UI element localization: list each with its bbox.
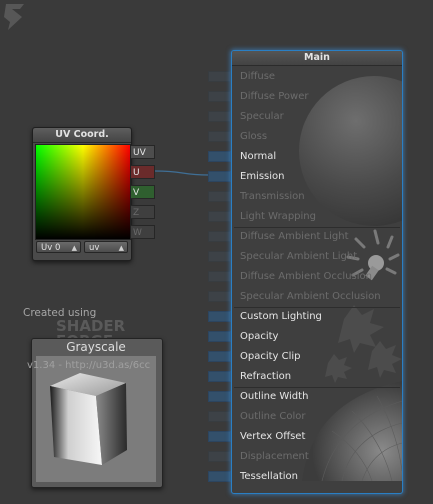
input-port-light-wrapping[interactable]: [208, 211, 231, 222]
leaf-icon: [325, 305, 402, 383]
input-port-normal[interactable]: [208, 151, 231, 162]
input-port-opacity-clip[interactable]: [208, 351, 231, 362]
main-node[interactable]: Main Diffuse Diffuse Power Specular Glos…: [231, 50, 403, 494]
input-port-outline-color[interactable]: [208, 411, 231, 422]
input-port-transmission[interactable]: [208, 191, 231, 202]
input-port-custom-lighting[interactable]: [208, 311, 231, 322]
input-port-specular-ambient-light[interactable]: [208, 251, 231, 262]
main-input-diffuse-ambient-light[interactable]: Diffuse Ambient Light: [240, 227, 349, 247]
uv-coord-title[interactable]: UV Coord.: [33, 128, 131, 143]
input-port-diffuse-power[interactable]: [208, 91, 231, 102]
input-port-diffuse[interactable]: [208, 71, 231, 82]
uv-output-port-u[interactable]: U: [131, 165, 155, 179]
input-port-displacement[interactable]: [208, 451, 231, 462]
main-input-outline-color[interactable]: Outline Color: [240, 407, 305, 427]
main-input-emission[interactable]: Emission: [240, 167, 285, 187]
uv-output-port-w[interactable]: W: [131, 225, 155, 239]
main-input-refraction[interactable]: Refraction: [240, 367, 291, 387]
uv-channel-dropdown[interactable]: Uv 0 ▲︎: [36, 241, 81, 253]
main-input-diffuse-power[interactable]: Diffuse Power: [240, 87, 308, 107]
uv-mode-value: uv: [89, 243, 100, 253]
main-input-specular-ambient-light[interactable]: Specular Ambient Light: [240, 247, 357, 267]
input-port-gloss[interactable]: [208, 131, 231, 142]
uv-output-port-z[interactable]: Z: [131, 205, 155, 219]
input-port-tessellation[interactable]: [208, 471, 231, 482]
uv-mode-dropdown[interactable]: uv ▲︎: [84, 241, 128, 253]
main-input-specular-ambient-occlusion[interactable]: Specular Ambient Occlusion: [240, 287, 381, 307]
uv-preview: [35, 144, 131, 240]
main-input-tessellation[interactable]: Tessellation: [240, 467, 298, 487]
main-input-specular[interactable]: Specular: [240, 107, 284, 127]
uv-output-port-uv[interactable]: UV: [131, 145, 155, 159]
main-input-gloss[interactable]: Gloss: [240, 127, 267, 147]
mesh-sphere-icon: [302, 381, 402, 481]
uv-output-port-v[interactable]: V: [131, 185, 155, 199]
main-input-custom-lighting[interactable]: Custom Lighting: [240, 307, 322, 327]
input-port-vertex-offset[interactable]: [208, 431, 231, 442]
input-port-diffuse-ambient-light[interactable]: [208, 231, 231, 242]
input-port-diffuse-ambient-occlusion[interactable]: [208, 271, 231, 282]
main-input-transmission[interactable]: Transmission: [240, 187, 305, 207]
input-port-specular-ambient-occlusion[interactable]: [208, 291, 231, 302]
input-port-refraction[interactable]: [208, 371, 231, 382]
uv-channel-value: Uv 0: [41, 243, 61, 253]
uv-coord-node[interactable]: UV Coord. Uv 0 ▲︎ uv ▲︎: [32, 127, 132, 261]
node-canvas[interactable]: UV Coord. Uv 0 ▲︎ uv ▲︎ UV U V Z W Created u…: [0, 0, 433, 504]
cube-preview: [50, 373, 127, 465]
sphere-icon: [299, 76, 402, 226]
shader-forge-logo-icon: [4, 4, 24, 30]
input-port-opacity[interactable]: [208, 331, 231, 342]
main-input-diffuse-ambient-occlusion[interactable]: Diffuse Ambient Occlusion: [240, 267, 372, 287]
main-input-normal[interactable]: Normal: [240, 147, 276, 167]
updown-arrow-icon: ▲︎: [118, 244, 124, 252]
main-input-opacity[interactable]: Opacity: [240, 327, 278, 347]
input-port-outline-width[interactable]: [208, 391, 231, 402]
main-title[interactable]: Main: [232, 51, 402, 66]
input-port-specular[interactable]: [208, 111, 231, 122]
main-input-outline-width[interactable]: Outline Width: [240, 387, 308, 407]
version-label: v1.34 - http://u3d.as/6cc: [27, 360, 151, 371]
main-input-opacity-clip[interactable]: Opacity Clip: [240, 347, 301, 367]
input-port-emission[interactable]: [208, 171, 231, 182]
main-input-vertex-offset[interactable]: Vertex Offset: [240, 427, 305, 447]
main-input-diffuse[interactable]: Diffuse: [240, 67, 275, 87]
updown-arrow-icon: ▲︎: [71, 244, 77, 252]
main-input-displacement[interactable]: Displacement: [240, 447, 309, 467]
grayscale-title[interactable]: Grayscale: [32, 340, 160, 354]
main-input-light-wrapping[interactable]: Light Wrapping: [240, 207, 316, 227]
grayscale-preview: [36, 356, 156, 482]
